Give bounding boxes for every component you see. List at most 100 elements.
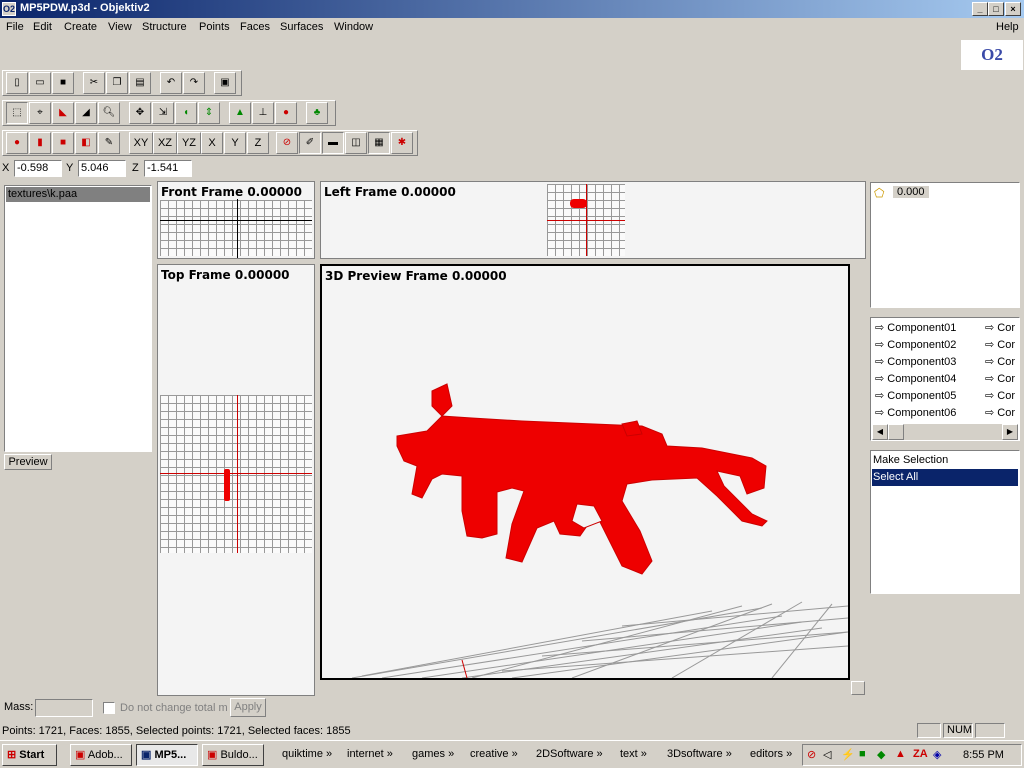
menu-create[interactable]: Create — [64, 21, 97, 33]
menu-file[interactable]: File — [6, 21, 24, 33]
toolbar-3dsoftware[interactable]: 3Dsoftware » — [667, 748, 732, 760]
menu-window[interactable]: Window — [334, 21, 373, 33]
list-item[interactable]: ⇨ Component01 — [875, 321, 956, 334]
tray-icon[interactable]: ■ — [859, 748, 866, 760]
list-item[interactable]: ⇨ Component06 — [875, 406, 956, 419]
volume-icon[interactable]: ◁ — [823, 748, 831, 761]
start-button[interactable]: ⊞ Start — [2, 744, 57, 766]
zonealarm-icon[interactable]: ZA — [913, 748, 928, 760]
flip-icon[interactable]: ⇕ — [198, 102, 220, 124]
pen-icon[interactable]: ✎ — [98, 132, 120, 154]
close-button[interactable]: × — [1005, 2, 1021, 16]
tray-icon[interactable]: ▲ — [895, 748, 906, 760]
faces-mode-icon[interactable]: ▮ — [29, 132, 51, 154]
select-icon[interactable]: ⬚ — [6, 102, 28, 124]
list-item[interactable]: ⇨ Component05 — [875, 389, 956, 402]
z-coord-field[interactable]: -1.541 — [144, 160, 192, 177]
paste-icon[interactable]: ▤ — [129, 72, 151, 94]
zoom-icon[interactable]: 🔍︎ — [98, 102, 120, 124]
list-item[interactable]: ⇨ Component03 — [875, 355, 956, 368]
tray-icon[interactable]: ◆ — [877, 748, 885, 761]
snap-icon[interactable]: ✱ — [391, 132, 413, 154]
tray-icon[interactable]: ⊘ — [807, 748, 816, 761]
axis-x-button[interactable]: X — [201, 132, 223, 154]
preview-button[interactable]: Preview — [4, 454, 52, 470]
toolbar-quiktime[interactable]: quiktime » — [282, 748, 332, 760]
brush-icon[interactable]: ◢ — [75, 102, 97, 124]
menu-structure[interactable]: Structure — [142, 21, 187, 33]
list-item[interactable]: ⇨ Cor — [985, 372, 1015, 385]
components-list[interactable]: ⇨ Component01 ⇨ Component02 ⇨ Component0… — [870, 317, 1020, 441]
list-item[interactable]: ⇨ Cor — [985, 355, 1015, 368]
toolbar-internet[interactable]: internet » — [347, 748, 393, 760]
minimize-button[interactable]: _ — [972, 2, 988, 16]
menu-surfaces[interactable]: Surfaces — [280, 21, 323, 33]
scroll-left-icon[interactable]: ◀ — [872, 424, 888, 440]
pyramid-icon[interactable]: ▲ — [229, 102, 251, 124]
x-coord-field[interactable]: -0.598 — [14, 160, 62, 177]
left-frame[interactable]: Left Frame 0.00000 — [320, 181, 866, 259]
menu-help[interactable]: Help — [996, 21, 1019, 33]
view-xy-button[interactable]: XY — [129, 132, 153, 154]
view-yz-button[interactable]: YZ — [177, 132, 201, 154]
no-lock-icon[interactable]: ⊘ — [276, 132, 298, 154]
axis-icon[interactable]: ⊥ — [252, 102, 274, 124]
maximize-button[interactable]: □ — [988, 2, 1004, 16]
app-icon[interactable]: O2 — [2, 2, 16, 16]
list-item[interactable]: ⇨ Cor — [985, 406, 1015, 419]
paint-select-icon[interactable]: ◣ — [52, 102, 74, 124]
mirror-icon[interactable]: ◖ — [175, 102, 197, 124]
open-folder-icon[interactable]: ▭ — [29, 72, 51, 94]
apply-button[interactable]: Apply — [230, 698, 266, 717]
new-file-icon[interactable]: ▯ — [6, 72, 28, 94]
texture-item[interactable]: textures\k.paa — [6, 187, 150, 202]
toolbar-text[interactable]: text » — [620, 748, 647, 760]
list-item[interactable]: ⇨ Cor — [985, 389, 1015, 402]
lasso-icon[interactable]: ⌖ — [29, 102, 51, 124]
menu-faces[interactable]: Faces — [240, 21, 270, 33]
tray-icon[interactable]: ◈ — [933, 748, 941, 761]
toolbar-games[interactable]: games » — [412, 748, 454, 760]
mass-field[interactable] — [35, 699, 93, 717]
save-icon[interactable]: ■ — [52, 72, 74, 94]
axis-y-button[interactable]: Y — [224, 132, 246, 154]
tree-icon[interactable]: ♣ — [306, 102, 328, 124]
scroll-thumb[interactable] — [888, 424, 904, 440]
texture-list[interactable]: textures\k.paa — [4, 185, 152, 452]
list-item[interactable]: ⇨ Component04 — [875, 372, 956, 385]
book-icon[interactable]: ◧ — [75, 132, 97, 154]
list-item[interactable]: ⇨ Cor — [985, 338, 1015, 351]
selections-list[interactable]: Make Selection Select All — [870, 450, 1020, 594]
properties-icon[interactable]: ▣ — [214, 72, 236, 94]
lod-value[interactable]: 0.000 — [893, 186, 929, 198]
tray-icon[interactable]: ⚡ — [841, 748, 855, 761]
redo-icon[interactable]: ↷ — [183, 72, 205, 94]
view-xz-button[interactable]: XZ — [153, 132, 177, 154]
task-objektiv[interactable]: ▣ MP5... — [136, 744, 198, 766]
solid-icon[interactable]: ▬ — [322, 132, 344, 154]
copy-icon[interactable]: ❐ — [106, 72, 128, 94]
y-coord-field[interactable]: 5.046 — [78, 160, 126, 177]
preview-frame[interactable]: 3D Preview Frame 0.00000 — [320, 264, 850, 680]
grid-icon[interactable]: ▦ — [368, 132, 390, 154]
list-item[interactable]: ⇨ Cor — [985, 321, 1015, 334]
undo-icon[interactable]: ↶ — [160, 72, 182, 94]
select-all-item[interactable]: Select All — [872, 469, 1018, 486]
scroll-right-icon[interactable]: ▶ — [1002, 424, 1018, 440]
resize-grip[interactable] — [851, 681, 865, 695]
scale-icon[interactable]: ⇲ — [152, 102, 174, 124]
toolbar-creative[interactable]: creative » — [470, 748, 518, 760]
make-selection-item[interactable]: Make Selection — [873, 452, 1017, 469]
horizontal-scrollbar[interactable]: ◀ ▶ — [872, 424, 1018, 440]
total-mass-checkbox[interactable] — [103, 702, 115, 714]
rgb-icon[interactable]: ● — [275, 102, 297, 124]
toolbar-editors[interactable]: editors » — [750, 748, 792, 760]
menu-view[interactable]: View — [108, 21, 132, 33]
top-frame[interactable]: Top Frame 0.00000 — [157, 264, 315, 696]
list-item[interactable]: ⇨ Component02 — [875, 338, 956, 351]
menu-points[interactable]: Points — [199, 21, 230, 33]
toolbar-2dsoftware[interactable]: 2DSoftware » — [536, 748, 603, 760]
lod-list[interactable]: ⬠ 0.000 — [870, 182, 1020, 308]
front-frame[interactable]: Front Frame 0.00000 — [157, 181, 315, 259]
menu-edit[interactable]: Edit — [33, 21, 52, 33]
